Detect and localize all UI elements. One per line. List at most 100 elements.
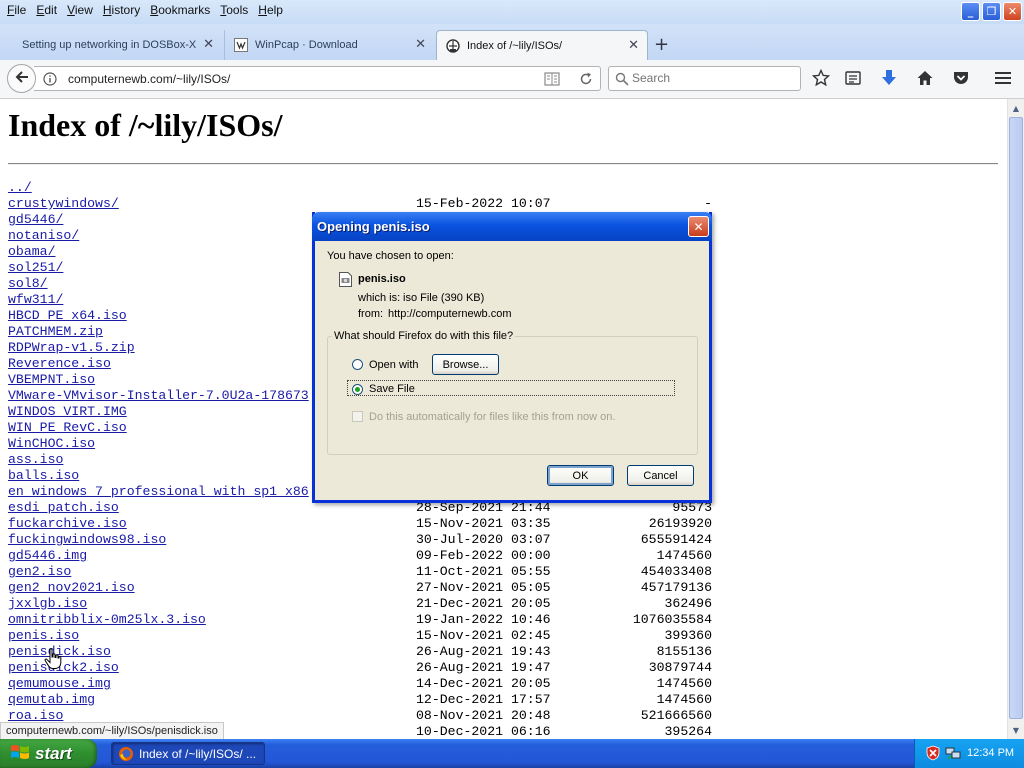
vertical-scrollbar[interactable]: ▲ ▼ <box>1007 99 1024 739</box>
file-link[interactable]: notaniso/ <box>8 228 79 244</box>
file-size: 655591424 <box>640 532 712 547</box>
menu-history[interactable]: History <box>98 2 145 18</box>
reload-icon[interactable] <box>578 71 594 90</box>
downloads-button[interactable] <box>878 68 900 90</box>
menu-file[interactable]: File <box>2 2 31 18</box>
open-with-label[interactable]: Open with <box>369 359 419 371</box>
scroll-up-icon[interactable]: ▲ <box>1009 100 1023 116</box>
back-button[interactable] <box>7 64 36 93</box>
ok-button[interactable]: OK <box>547 465 614 486</box>
new-tab-button[interactable]: + <box>654 34 669 55</box>
tab-bar: Setting up networking in DOSBox-X ✕ WinP… <box>0 24 1024 61</box>
navigation-bar: computernewb.com/~lily/ISOs/ <box>0 60 1024 99</box>
file-link[interactable]: penisdick2.iso <box>8 660 119 676</box>
file-link[interactable]: fuckarchive.iso <box>8 516 127 532</box>
tab-winpcap-download[interactable]: WinPcap · Download ✕ <box>224 30 434 60</box>
dialog-titlebar: Opening penis.iso ✕ <box>312 212 712 241</box>
file-link[interactable]: VBEMPNT.iso <box>8 372 95 388</box>
file-size: 1474560 <box>656 548 712 563</box>
file-link[interactable]: gd5446.img <box>8 548 87 564</box>
reader-view-icon[interactable] <box>544 72 560 89</box>
home-button[interactable] <box>914 68 936 90</box>
menu-help[interactable]: Help <box>253 2 288 18</box>
file-link[interactable]: qemumouse.img <box>8 676 111 692</box>
file-link[interactable]: obama/ <box>8 244 55 260</box>
open-menu-button[interactable] <box>992 68 1014 90</box>
file-link[interactable]: penis.iso <box>8 628 79 644</box>
file-link[interactable]: crustywindows/ <box>8 196 119 212</box>
file-link[interactable]: en_windows_7_professional_with_sp1_x86 <box>8 484 309 500</box>
restore-button[interactable]: ❐ <box>982 2 1001 21</box>
tab-index-of-isos[interactable]: Index of /~lily/ISOs/ ✕ <box>436 30 648 61</box>
minimize-button[interactable]: _ <box>961 2 980 21</box>
file-link[interactable]: gen2_nov2021.iso <box>8 580 135 596</box>
tab-dosbox-networking[interactable]: Setting up networking in DOSBox-X ✕ <box>8 30 222 60</box>
file-size: 399360 <box>664 628 712 643</box>
tab-title: Index of /~lily/ISOs/ <box>467 40 563 52</box>
dialog-close-button[interactable]: ✕ <box>688 216 709 237</box>
file-link[interactable]: RDPWrap-v1.5.zip <box>8 340 135 356</box>
close-icon: ✕ <box>693 219 704 234</box>
bookmarks-menu-button[interactable] <box>842 68 864 90</box>
file-link[interactable]: balls.iso <box>8 468 79 484</box>
bookmark-star-button[interactable] <box>810 68 832 90</box>
file-link[interactable]: ../ <box>8 180 32 196</box>
network-icon[interactable] <box>945 745 961 761</box>
menu-tools[interactable]: Tools <box>215 2 253 18</box>
security-shield-icon[interactable] <box>925 745 941 761</box>
from-value: http://computernewb.com <box>388 308 512 320</box>
file-date: 11-Oct-2021 05:55 <box>416 564 551 579</box>
server-favicon-icon <box>445 38 461 54</box>
file-link[interactable]: VMware-VMvisor-Installer-7.0U2a-178673 <box>8 388 309 404</box>
search-bar[interactable] <box>608 66 801 91</box>
file-link[interactable]: fuckingwindows98.iso <box>8 532 166 548</box>
file-link[interactable]: sol8/ <box>8 276 48 292</box>
save-file-radio[interactable] <box>352 384 363 395</box>
menu-view[interactable]: View <box>62 2 98 18</box>
open-with-radio[interactable] <box>352 359 363 370</box>
file-link[interactable]: qemutab.img <box>8 692 95 708</box>
file-link[interactable]: ass.iso <box>8 452 63 468</box>
file-date: 26-Aug-2021 19:47 <box>416 660 551 675</box>
auto-action-checkbox[interactable] <box>352 411 363 422</box>
search-input[interactable] <box>632 70 792 86</box>
tab-close-icon[interactable]: ✕ <box>628 38 639 53</box>
file-link[interactable]: gd5446/ <box>8 212 63 228</box>
file-link[interactable]: jxxlgb.iso <box>8 596 87 612</box>
file-link[interactable]: HBCD_PE_x64.iso <box>8 308 127 324</box>
file-link[interactable]: WIN_PE_RevC.iso <box>8 420 127 436</box>
tab-close-icon[interactable]: ✕ <box>415 37 426 52</box>
start-button[interactable]: start <box>0 739 97 768</box>
file-link[interactable]: esdi_patch.iso <box>8 500 119 516</box>
file-size: 26193920 <box>648 516 712 531</box>
file-link[interactable]: gen2.iso <box>8 564 71 580</box>
browse-button[interactable]: Browse... <box>432 354 499 375</box>
hand-cursor-icon <box>44 648 62 673</box>
address-bar[interactable]: computernewb.com/~lily/ISOs/ <box>34 66 601 91</box>
info-icon[interactable] <box>43 72 57 89</box>
menu-bookmarks[interactable]: Bookmarks <box>145 2 215 18</box>
save-file-label[interactable]: Save File <box>369 383 415 395</box>
pocket-icon <box>952 69 970 90</box>
winpcap-favicon-icon <box>233 37 249 53</box>
file-link[interactable]: wfw311/ <box>8 292 63 308</box>
file-link[interactable]: WINDOS_VIRT.IMG <box>8 404 127 420</box>
file-link[interactable]: WinCHOC.iso <box>8 436 95 452</box>
menu-edit[interactable]: Edit <box>31 2 62 18</box>
scrollbar-thumb[interactable] <box>1009 117 1023 719</box>
file-link[interactable]: PATCHMEM.zip <box>8 324 103 340</box>
tab-close-icon[interactable]: ✕ <box>203 37 214 52</box>
file-link[interactable]: omnitribblix-0m25lx.3.iso <box>8 612 206 628</box>
file-size: 8155136 <box>656 644 712 659</box>
scroll-down-icon[interactable]: ▼ <box>1009 722 1023 738</box>
taskbar-firefox-window[interactable]: Index of /~lily/ISOs/ ... <box>111 742 265 765</box>
file-link[interactable]: sol251/ <box>8 260 63 276</box>
download-arrow-icon <box>881 69 897 90</box>
file-link[interactable]: Reverence.iso <box>8 356 111 372</box>
pocket-button[interactable] <box>950 68 972 90</box>
window-close-button[interactable]: ✕ <box>1003 2 1022 21</box>
dialog-title: Opening penis.iso <box>317 219 430 234</box>
tab-title: Setting up networking in DOSBox-X <box>22 39 197 51</box>
cancel-button[interactable]: Cancel <box>627 465 694 486</box>
chosen-to-open-label: You have chosen to open: <box>327 250 454 262</box>
